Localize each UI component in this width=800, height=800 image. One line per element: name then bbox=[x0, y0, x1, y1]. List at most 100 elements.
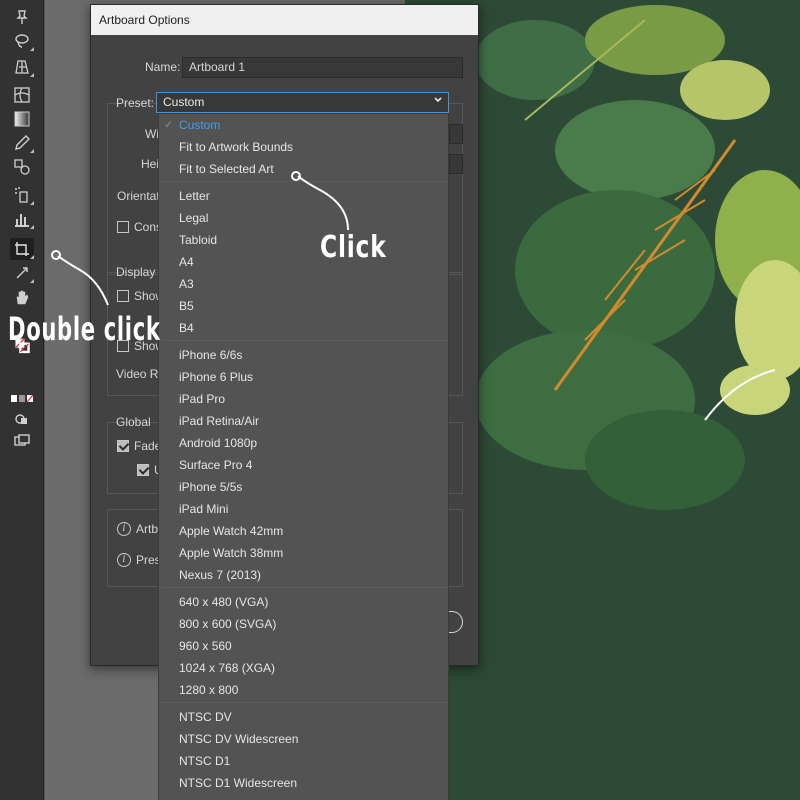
info-artboards-text: Artb bbox=[136, 522, 159, 536]
name-label: Name: bbox=[145, 60, 181, 74]
height-label: Hei bbox=[141, 157, 160, 171]
menu-item-label: Custom bbox=[179, 118, 221, 132]
preset-menu-item[interactable]: A4 bbox=[159, 251, 448, 273]
preset-menu-item[interactable]: iPhone 6/6s bbox=[159, 344, 448, 366]
menu-item-label: Tabloid bbox=[179, 233, 218, 247]
menu-item-label: Apple Watch 42mm bbox=[179, 524, 284, 538]
menu-item-label: Fit to Selected Art bbox=[179, 162, 274, 176]
menu-item-label: Apple Watch 38mm bbox=[179, 546, 284, 560]
update-checkbox[interactable] bbox=[137, 464, 149, 476]
preset-menu-item[interactable]: NTSC DV bbox=[159, 706, 448, 728]
info-presets-text: Pres bbox=[136, 553, 161, 567]
menu-item-label: A3 bbox=[179, 277, 194, 291]
menu-item-label: Legal bbox=[179, 211, 209, 225]
preset-menu-item[interactable]: 960 x 560 bbox=[159, 635, 448, 657]
menu-item-label: iPad Retina/Air bbox=[179, 414, 260, 428]
preset-menu-item[interactable]: ✓ Custom bbox=[159, 114, 448, 136]
preset-menu-item[interactable]: 1024 x 768 (XGA) bbox=[159, 657, 448, 679]
preset-menu-item[interactable]: iPad Mini bbox=[159, 498, 448, 520]
draw-mode-icon[interactable] bbox=[10, 408, 34, 430]
screen-mode-icon[interactable] bbox=[10, 430, 34, 452]
menu-item-label: A4 bbox=[179, 255, 194, 269]
preset-menu-item[interactable]: iPhone 6 Plus bbox=[159, 366, 448, 388]
preset-menu-item[interactable]: iPad Pro bbox=[159, 388, 448, 410]
width-label: Wi bbox=[145, 127, 159, 141]
height-field-edge[interactable] bbox=[449, 154, 463, 174]
preset-menu-item[interactable]: 640 x 480 (VGA) bbox=[159, 591, 448, 613]
preset-menu-item[interactable]: Legal bbox=[159, 207, 448, 229]
preset-menu-item[interactable]: Tabloid bbox=[159, 229, 448, 251]
preset-menu-item[interactable]: A3 bbox=[159, 273, 448, 295]
artboard-tool-icon[interactable] bbox=[10, 238, 34, 260]
menu-separator bbox=[161, 587, 448, 588]
preset-menu-item[interactable]: Apple Watch 42mm bbox=[159, 520, 448, 542]
menu-item-label: iPhone 6/6s bbox=[179, 348, 243, 362]
preset-menu-item[interactable]: Android 1080p bbox=[159, 432, 448, 454]
menu-separator bbox=[161, 702, 448, 703]
menu-separator bbox=[161, 181, 448, 182]
menu-item-label: B4 bbox=[179, 321, 194, 335]
menu-item-label: Letter bbox=[179, 189, 210, 203]
menu-item-label: 1280 x 800 bbox=[179, 683, 239, 697]
blend-icon[interactable] bbox=[10, 156, 34, 178]
preset-menu-item[interactable]: 1280 x 800 bbox=[159, 679, 448, 701]
orientation-label: Orientat bbox=[117, 189, 160, 203]
preset-menu-item[interactable]: Letter bbox=[159, 185, 448, 207]
menu-item-label: iPad Mini bbox=[179, 502, 229, 516]
menu-item-label: B5 bbox=[179, 299, 194, 313]
lasso-icon[interactable] bbox=[10, 30, 34, 52]
global-label: Global bbox=[116, 415, 151, 429]
gradient-icon[interactable] bbox=[10, 108, 34, 130]
preset-menu-item[interactable]: NTSC D1 bbox=[159, 750, 448, 772]
info-icon: i bbox=[117, 522, 131, 536]
preset-select[interactable]: Custom bbox=[156, 92, 449, 113]
menu-item-label: iPad Pro bbox=[179, 392, 226, 406]
color-mode-icon[interactable] bbox=[10, 388, 34, 410]
perspective-grid-icon[interactable] bbox=[10, 56, 34, 78]
fade-checkbox[interactable] bbox=[117, 440, 129, 452]
menu-item-label: iPhone 6 Plus bbox=[179, 370, 254, 384]
menu-item-label: Android 1080p bbox=[179, 436, 258, 450]
name-input[interactable]: Artboard 1 bbox=[182, 57, 463, 78]
preset-menu-item[interactable]: Surface Pro 4 bbox=[159, 454, 448, 476]
preset-label: Preset: bbox=[116, 96, 155, 110]
width-field-edge[interactable] bbox=[449, 124, 463, 144]
preset-menu-item[interactable]: B4 bbox=[159, 317, 448, 339]
menu-item-label: NTSC DV bbox=[179, 710, 232, 724]
chevron-down-icon bbox=[434, 97, 442, 103]
hand-icon[interactable] bbox=[10, 286, 34, 308]
preset-menu-item[interactable]: Apple Watch 38mm bbox=[159, 542, 448, 564]
constrain-checkbox[interactable] bbox=[117, 221, 129, 233]
preset-menu-item[interactable]: B5 bbox=[159, 295, 448, 317]
slice-icon[interactable] bbox=[10, 262, 34, 284]
menu-item-label: 800 x 600 (SVGA) bbox=[179, 617, 277, 631]
preset-menu-item[interactable]: iPad Retina/Air bbox=[159, 410, 448, 432]
double-click-annotation: Double click bbox=[8, 310, 161, 348]
menu-item-label: Fit to Artwork Bounds bbox=[179, 140, 294, 154]
tools-panel bbox=[0, 0, 44, 800]
menu-separator bbox=[161, 340, 448, 341]
menu-item-label: 640 x 480 (VGA) bbox=[179, 595, 269, 609]
preset-menu-item[interactable]: NTSC DV Widescreen bbox=[159, 728, 448, 750]
symbol-sprayer-icon[interactable] bbox=[10, 184, 34, 206]
preset-menu-item[interactable]: iPhone 5/5s bbox=[159, 476, 448, 498]
preset-menu-item[interactable]: 800 x 600 (SVGA) bbox=[159, 613, 448, 635]
show-checkbox-1[interactable] bbox=[117, 290, 129, 302]
preset-menu-item[interactable]: Fit to Selected Art bbox=[159, 158, 448, 180]
name-row: Name: Artboard 1 bbox=[91, 57, 478, 79]
menu-item-label: iPhone 5/5s bbox=[179, 480, 243, 494]
preset-menu-item[interactable]: NTSC D1 Widescreen bbox=[159, 772, 448, 794]
column-graph-icon[interactable] bbox=[10, 208, 34, 230]
menu-item-label: Nexus 7 (2013) bbox=[179, 568, 262, 582]
menu-item-label: 1024 x 768 (XGA) bbox=[179, 661, 276, 675]
mesh-icon[interactable] bbox=[10, 84, 34, 106]
preset-menu-item[interactable]: Fit to Artwork Bounds bbox=[159, 136, 448, 158]
checkmark-icon: ✓ bbox=[164, 119, 174, 131]
menu-item-label: 960 x 560 bbox=[179, 639, 232, 653]
pin-icon[interactable] bbox=[10, 6, 34, 28]
menu-item-label: NTSC D1 bbox=[179, 754, 231, 768]
dialog-title: Artboard Options bbox=[91, 5, 478, 35]
video-ruler-label: Video R bbox=[116, 367, 159, 381]
eyedropper-icon[interactable] bbox=[10, 132, 34, 154]
preset-menu-item[interactable]: Nexus 7 (2013) bbox=[159, 564, 448, 586]
